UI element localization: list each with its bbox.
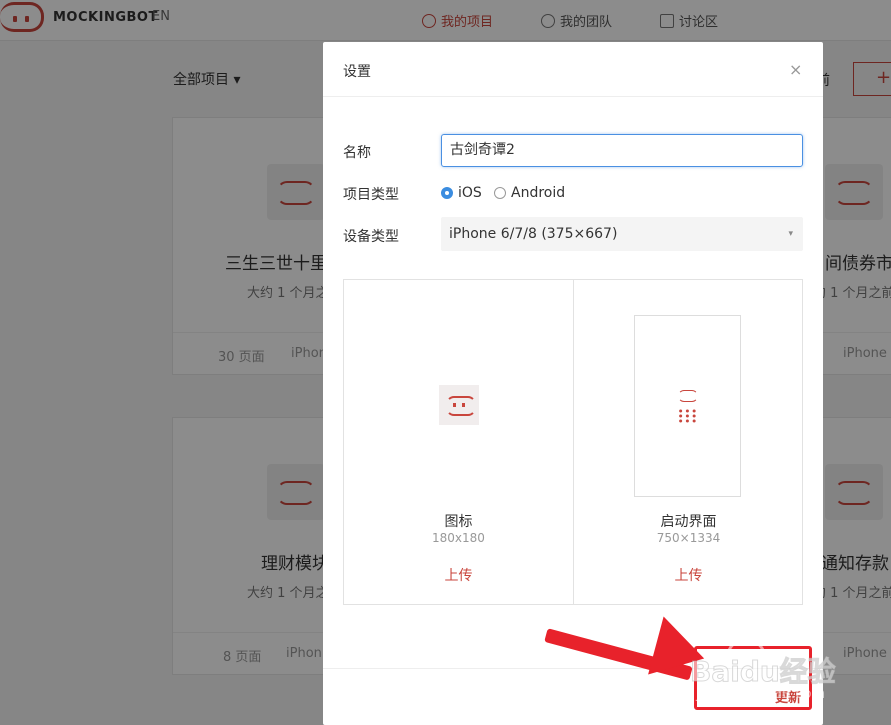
icon-upload-button[interactable]: 上传 [344, 565, 573, 585]
caret-down-icon: ▾ [788, 229, 793, 239]
radio-android-label: Android [511, 185, 566, 201]
upload-divider [573, 280, 574, 604]
modal-title: 设置 [343, 64, 371, 80]
name-label: 名称 [343, 145, 371, 161]
modal-header: 设置 × [323, 42, 823, 97]
project-name-input[interactable]: 古剑奇谭2 [441, 134, 803, 167]
upload-area: ● ● ● ● ● ● ● ● ● 图标 180x180 上传 启动界面 750×1… [343, 279, 803, 605]
settings-modal: 设置 × 名称 古剑奇谭2 项目类型 iOS Android 设备类型 iPho… [323, 42, 823, 725]
icon-upload-label: 图标 [444, 514, 473, 530]
device-type-value: iPhone 6/7/8 (375×667) [449, 226, 618, 242]
splash-screen-preview: ● ● ● ● ● ● ● ● ● [634, 315, 741, 497]
watermark-subtext: jingyan.baidu.com [696, 686, 826, 702]
device-type-label: 设备类型 [343, 229, 399, 245]
device-type-select[interactable]: iPhone 6/7/8 (375×667) ▾ [441, 217, 803, 251]
project-type-label: 项目类型 [343, 187, 399, 203]
radio-ios[interactable]: iOS [441, 185, 482, 201]
radio-ios-label: iOS [458, 185, 482, 201]
splash-upload-size: 750×1334 [656, 531, 721, 545]
radio-checked-icon [441, 187, 453, 199]
close-icon[interactable]: × [789, 60, 802, 79]
splash-decoration-icon: ● ● ● ● ● ● ● ● ● [679, 408, 698, 423]
baidu-watermark: Baidu经验 jingyan.baidu.com [688, 638, 848, 708]
radio-android[interactable]: Android [494, 185, 565, 201]
watermark-text: Baidu经验 [690, 655, 837, 689]
splash-logo-icon [678, 390, 698, 402]
app-icon-preview [439, 385, 479, 425]
icon-upload-size: 180x180 [432, 531, 485, 545]
splash-upload-button[interactable]: 上传 [574, 565, 803, 585]
radio-unchecked-icon [494, 187, 506, 199]
splash-upload-label: 启动界面 [660, 514, 717, 530]
